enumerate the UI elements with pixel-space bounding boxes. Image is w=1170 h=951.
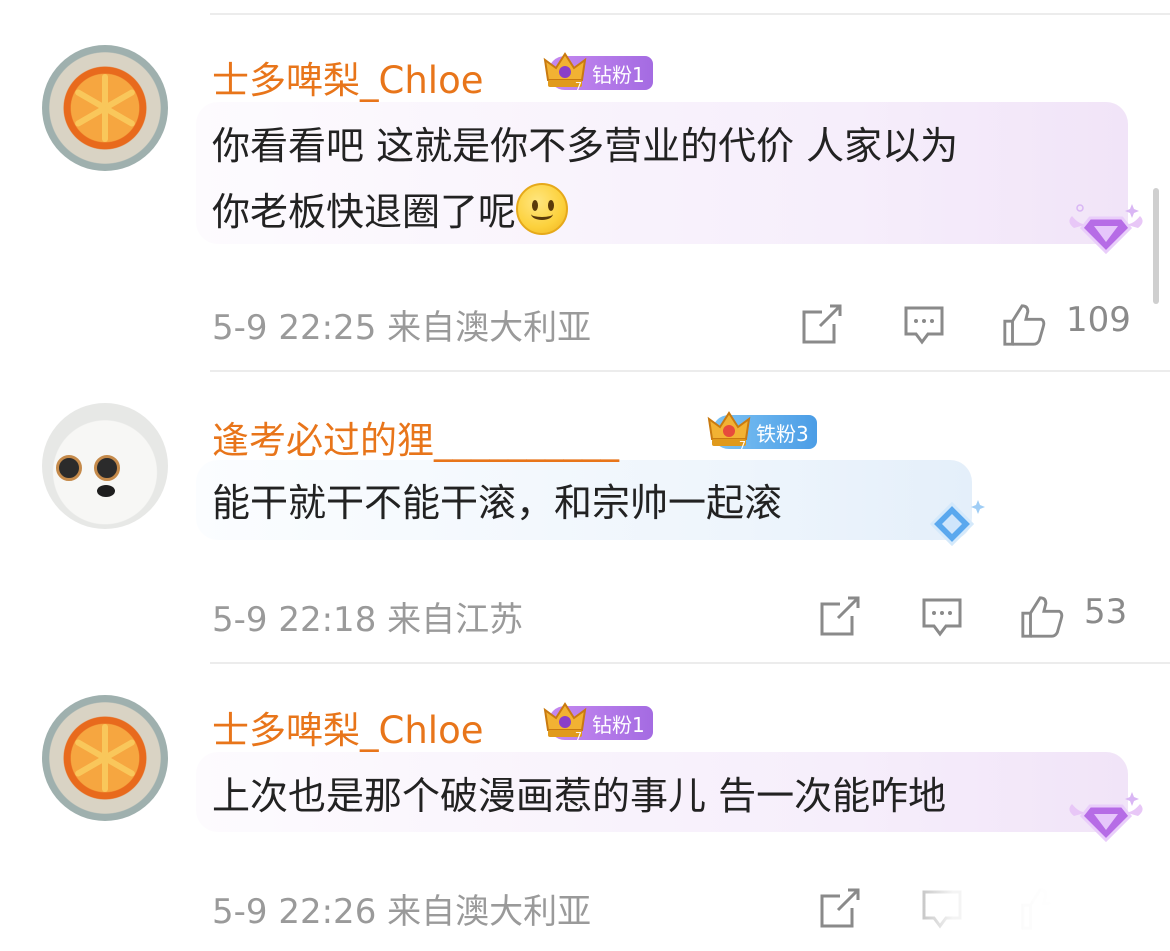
comment-icon[interactable] bbox=[920, 594, 964, 638]
badge-label: 铁粉3 bbox=[756, 421, 809, 446]
avatar[interactable] bbox=[42, 403, 168, 529]
fade-overlay bbox=[880, 880, 1170, 940]
crown-icon: 7 bbox=[543, 52, 587, 92]
comment-meta: 5-9 22:18 来自江苏 53 bbox=[212, 592, 1128, 642]
scrollbar[interactable] bbox=[1153, 188, 1159, 304]
username[interactable]: 士多啤梨_Chloe bbox=[212, 700, 483, 754]
diamond-gem-icon bbox=[1069, 204, 1143, 255]
crown-icon: 7 bbox=[707, 411, 751, 451]
comment-text-line: 你看看吧 这就是你不多营业的代价 人家以为 bbox=[212, 124, 959, 168]
fan-badge[interactable]: 7 铁粉3 bbox=[707, 411, 817, 451]
timestamp-location: 5-9 22:25 来自澳大利亚 bbox=[212, 308, 592, 348]
comment-text: 上次也是那个破漫画惹的事儿 告一次能咋地 bbox=[212, 763, 946, 829]
svg-text:7: 7 bbox=[575, 730, 582, 742]
fan-badge[interactable]: 7 钻粉1 bbox=[543, 52, 653, 92]
top-divider bbox=[210, 13, 1170, 15]
badge-label: 钻粉1 bbox=[592, 712, 645, 737]
like-count: 53 bbox=[1084, 592, 1128, 632]
comment-meta: 5-9 22:25 来自澳大利亚 109 bbox=[212, 300, 1131, 350]
comment-icon[interactable] bbox=[902, 302, 946, 346]
crown-icon: 7 bbox=[543, 702, 587, 742]
username[interactable]: 士多啤梨_Chloe bbox=[212, 50, 483, 104]
svg-text:7: 7 bbox=[575, 80, 582, 92]
avatar[interactable] bbox=[42, 45, 168, 171]
like-count: 109 bbox=[1066, 300, 1131, 340]
diamond-gem-icon bbox=[1069, 792, 1143, 843]
timestamp-location: 5-9 22:26 来自澳大利亚 bbox=[212, 892, 592, 932]
comment-text: 你看看吧 这就是你不多营业的代价 人家以为 你老板快退圈了呢 bbox=[212, 113, 958, 245]
comment-text-line: 上次也是那个破漫画惹的事儿 告一次能咋地 bbox=[212, 774, 947, 818]
share-icon[interactable] bbox=[818, 594, 862, 638]
comment-divider bbox=[210, 662, 1170, 664]
comment-text-line: 能干就干不能干滚，和宗帅一起滚 bbox=[212, 481, 783, 525]
timestamp-location: 5-9 22:18 来自江苏 bbox=[212, 600, 524, 640]
share-icon[interactable] bbox=[800, 302, 844, 346]
smiley-emoji bbox=[516, 183, 569, 235]
diamond-gem-icon bbox=[929, 500, 985, 547]
username[interactable]: 逢考必过的狸__________ bbox=[212, 410, 619, 464]
badge-label: 钻粉1 bbox=[592, 62, 645, 87]
thumbs-up-icon[interactable] bbox=[1000, 302, 1048, 348]
avatar[interactable] bbox=[42, 695, 168, 821]
comment-text-line: 你老板快退圈了呢 bbox=[212, 179, 958, 245]
thumbs-up-icon[interactable] bbox=[1018, 594, 1066, 640]
svg-text:7: 7 bbox=[739, 439, 746, 451]
fan-badge[interactable]: 7 钻粉1 bbox=[543, 702, 653, 742]
share-icon[interactable] bbox=[818, 886, 862, 930]
comment-divider bbox=[210, 370, 1170, 372]
comment-text: 能干就干不能干滚，和宗帅一起滚 bbox=[212, 470, 782, 536]
